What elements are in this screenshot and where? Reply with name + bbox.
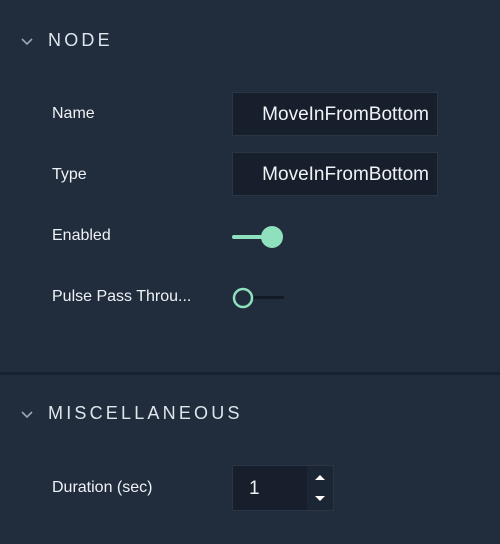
pulse-pass-through-toggle[interactable] — [232, 286, 288, 310]
duration-value: 1 — [249, 478, 260, 499]
duration-spinner — [307, 466, 333, 510]
name-value: MoveInFromBottom — [262, 104, 429, 125]
spin-up-icon[interactable] — [307, 466, 333, 488]
node-section-header[interactable]: NODE — [0, 26, 500, 56]
pulse-pass-through-label: Pulse Pass Throu... — [52, 288, 192, 305]
name-label: Name — [52, 105, 95, 122]
misc-section-title: MISCELLANEOUS — [48, 403, 243, 423]
enabled-toggle[interactable] — [232, 225, 288, 249]
node-section-title: NODE — [48, 30, 113, 50]
duration-label: Duration (sec) — [52, 479, 153, 496]
type-value: MoveInFromBottom — [262, 164, 429, 185]
name-field[interactable]: MoveInFromBottom — [232, 92, 438, 136]
misc-section-header[interactable]: MISCELLANEOUS — [0, 399, 500, 429]
spin-down-icon[interactable] — [307, 488, 333, 510]
type-label: Type — [52, 166, 87, 183]
section-divider — [0, 372, 500, 375]
duration-field[interactable]: 1 — [232, 465, 334, 511]
chevron-down-icon[interactable] — [19, 406, 35, 422]
type-field[interactable]: MoveInFromBottom — [232, 152, 438, 196]
chevron-down-icon[interactable] — [19, 33, 35, 49]
enabled-label: Enabled — [52, 227, 111, 244]
